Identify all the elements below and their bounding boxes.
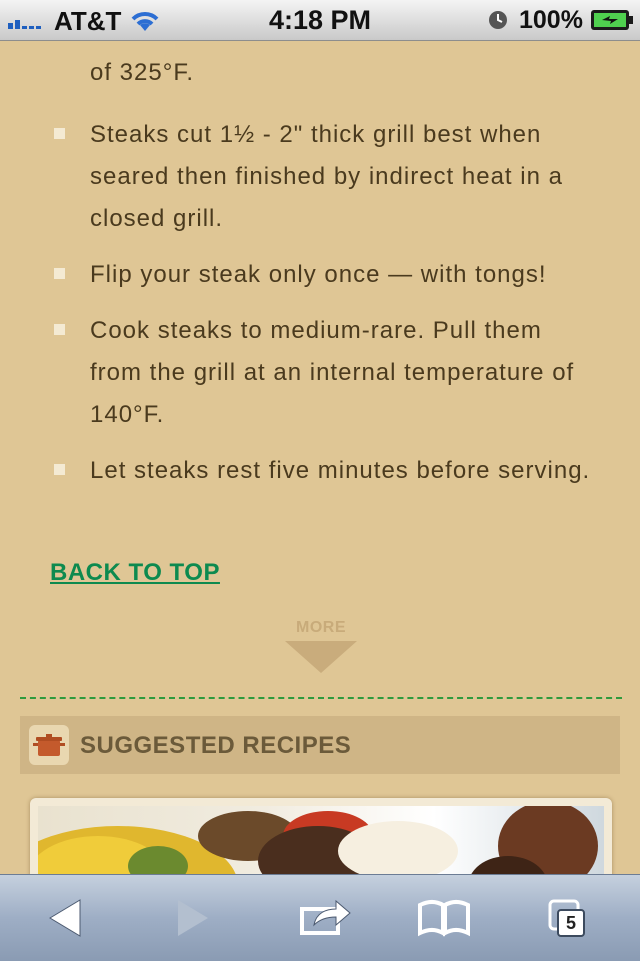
back-button[interactable] bbox=[36, 895, 96, 941]
tip-text: Cook steaks to medium-rare. Pull them fr… bbox=[90, 317, 575, 428]
bookmarks-button[interactable] bbox=[414, 895, 474, 941]
tip-text: Flip your steak only once — with tongs! bbox=[90, 261, 547, 288]
bullet-icon bbox=[54, 464, 65, 475]
share-icon bbox=[300, 899, 351, 935]
tabs-button[interactable]: 5 bbox=[544, 895, 604, 941]
tip-fragment: of 325°F. bbox=[90, 59, 194, 86]
tab-count-badge: 5 bbox=[557, 909, 585, 937]
cooking-pot-icon bbox=[29, 725, 69, 765]
list-item: Steaks cut 1½ - 2" thick grill best when… bbox=[0, 114, 640, 240]
bookmarks-icon bbox=[418, 900, 470, 937]
list-item: Flip your steak only once — with tongs! bbox=[0, 254, 640, 296]
tip-text: Let steaks rest five minutes before serv… bbox=[90, 457, 591, 484]
bullet-icon bbox=[54, 324, 65, 335]
list-item: Cook steaks to medium-rare. Pull them fr… bbox=[0, 310, 640, 436]
back-to-top-link[interactable]: BACK TO TOP bbox=[50, 559, 220, 587]
more-button[interactable]: MORE bbox=[283, 619, 359, 679]
share-button[interactable] bbox=[296, 895, 356, 941]
more-label: MORE bbox=[296, 619, 346, 636]
battery-icon bbox=[591, 10, 633, 30]
forward-arrow-icon bbox=[178, 900, 208, 936]
alarm-clock-icon bbox=[489, 11, 507, 29]
bullet-icon bbox=[54, 128, 65, 139]
tip-text: Steaks cut 1½ - 2" thick grill best when… bbox=[90, 121, 563, 232]
suggested-recipes-header: SUGGESTED RECIPES bbox=[20, 716, 620, 774]
safari-toolbar: 5 bbox=[0, 874, 640, 961]
battery-percentage: 100% bbox=[519, 6, 583, 34]
list-item: Let steaks rest five minutes before serv… bbox=[0, 450, 640, 492]
chevron-down-icon bbox=[285, 641, 357, 673]
status-bar: AT&T 4:18 PM 100% bbox=[0, 0, 640, 41]
grilling-tips-list: Steaks cut 1½ - 2" thick grill best when… bbox=[0, 114, 640, 506]
recipe-card[interactable] bbox=[30, 798, 612, 874]
forward-button[interactable] bbox=[162, 895, 222, 941]
back-arrow-icon bbox=[49, 899, 81, 937]
section-title: SUGGESTED RECIPES bbox=[80, 732, 352, 759]
section-divider bbox=[20, 697, 622, 699]
page-content: of 325°F. Steaks cut 1½ - 2" thick grill… bbox=[0, 41, 640, 874]
bullet-icon bbox=[54, 268, 65, 279]
recipe-image[interactable] bbox=[38, 806, 604, 874]
